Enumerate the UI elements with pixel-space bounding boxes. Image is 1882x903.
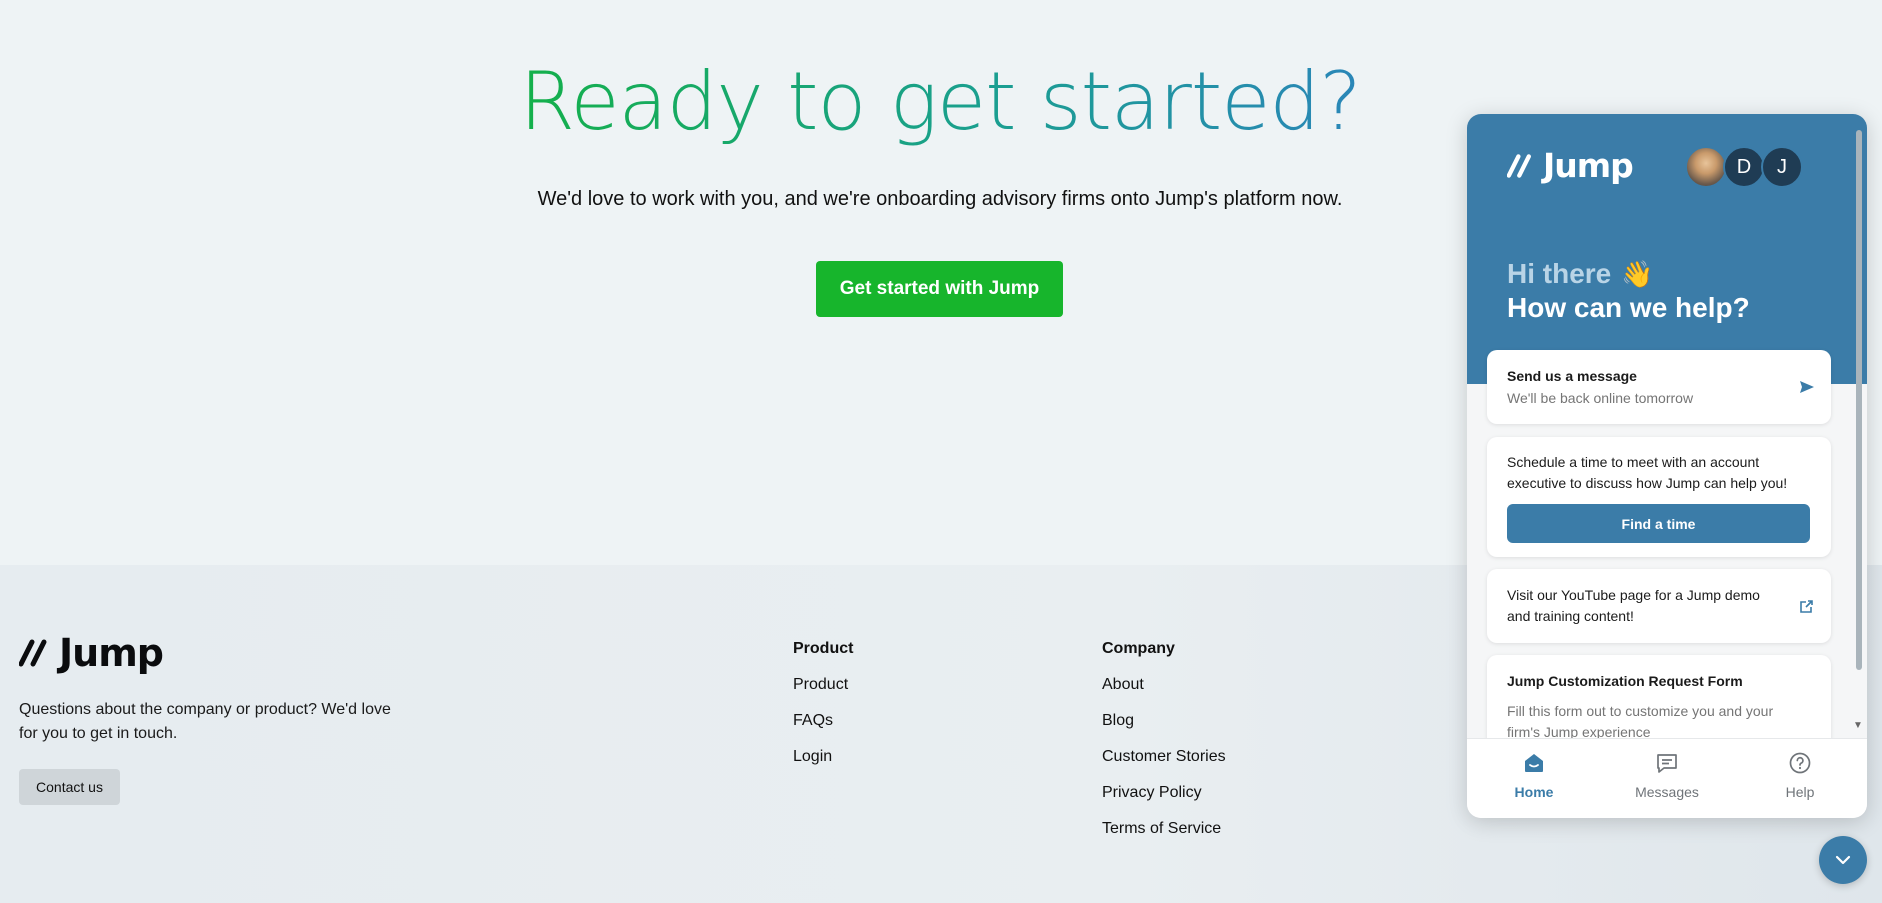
form-text: Fill this form out to customize you and …: [1507, 703, 1774, 740]
send-message-subtitle: We'll be back online tomorrow: [1507, 390, 1694, 406]
chat-logo-text: Jump: [1543, 146, 1634, 185]
chat-scrollbar[interactable]: [1856, 130, 1862, 670]
footer-product-heading: Product: [793, 640, 854, 657]
nav-help[interactable]: Help: [1745, 751, 1855, 800]
help-icon: [1789, 752, 1811, 774]
footer-logo[interactable]: Jump: [19, 631, 164, 675]
avatar-d: D: [1723, 146, 1765, 188]
footer-logo-text: Jump: [59, 631, 164, 675]
greeting-help: How can we help?: [1507, 292, 1750, 323]
schedule-card: Schedule a time to meet with an account …: [1487, 437, 1831, 557]
contact-us-button[interactable]: Contact us: [19, 769, 120, 805]
team-avatars: D J: [1685, 146, 1803, 188]
nav-home[interactable]: Home: [1479, 751, 1589, 800]
footer-description: Questions about the company or product? …: [19, 701, 391, 742]
send-message-card[interactable]: Send us a message We'll be back online t…: [1487, 350, 1831, 424]
footer-link-blog[interactable]: Blog: [1102, 711, 1226, 731]
footer-company-column: Company About Blog Customer Stories Priv…: [1102, 639, 1226, 855]
chevron-down-icon: [1835, 855, 1851, 865]
footer-company-heading: Company: [1102, 640, 1175, 657]
footer-link-product[interactable]: Product: [793, 675, 853, 695]
wave-emoji: 👋: [1621, 259, 1654, 289]
nav-messages-label: Messages: [1635, 784, 1699, 800]
footer-link-login[interactable]: Login: [793, 747, 853, 767]
jump-logo-icon: [1507, 153, 1531, 178]
messages-icon: [1657, 754, 1677, 773]
nav-home-label: Home: [1514, 784, 1554, 800]
footer-link-terms-of-service[interactable]: Terms of Service: [1102, 819, 1226, 839]
footer-link-about[interactable]: About: [1102, 675, 1226, 695]
youtube-card[interactable]: Visit our YouTube page for a Jump demo a…: [1487, 569, 1831, 643]
chat-launcher-button[interactable]: [1819, 836, 1867, 884]
jump-logo-icon: [19, 639, 47, 667]
avatar-photo: [1685, 146, 1727, 188]
send-icon: [1800, 381, 1814, 393]
footer-link-customer-stories[interactable]: Customer Stories: [1102, 747, 1226, 767]
external-link-icon: [1800, 600, 1813, 613]
find-a-time-button[interactable]: Find a time: [1507, 504, 1810, 543]
footer-link-faqs[interactable]: FAQs: [793, 711, 853, 731]
footer-link-privacy-policy[interactable]: Privacy Policy: [1102, 783, 1226, 803]
nav-help-label: Help: [1785, 784, 1815, 800]
home-icon: [1525, 754, 1543, 772]
send-message-title: Send us a message: [1507, 368, 1637, 384]
greeting-hi: Hi there 👋: [1507, 258, 1654, 289]
youtube-text: Visit our YouTube page for a Jump demo a…: [1507, 587, 1760, 624]
nav-messages[interactable]: Messages: [1612, 751, 1722, 800]
chat-logo: Jump: [1507, 146, 1634, 185]
get-started-button[interactable]: Get started with Jump: [816, 261, 1063, 317]
chat-bottom-nav: Home Messages Help: [1467, 738, 1867, 818]
form-title: Jump Customization Request Form: [1507, 673, 1743, 689]
footer-product-column: Product Product FAQs Login: [793, 639, 853, 783]
schedule-text: Schedule a time to meet with an account …: [1507, 454, 1788, 491]
avatar-j: J: [1761, 146, 1803, 188]
chat-widget: Jump D J Hi there 👋 How can we help? Send…: [1467, 114, 1867, 818]
scroll-down-arrow-icon[interactable]: ▼: [1853, 720, 1863, 731]
